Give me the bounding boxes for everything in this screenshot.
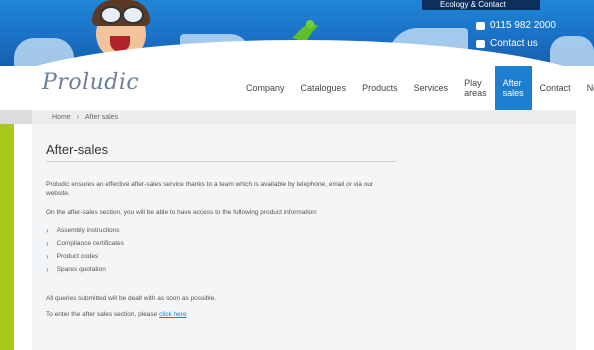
nav-item-catalogues[interactable]: Catalogues — [293, 66, 355, 110]
list-item-label: Product codes — [56, 253, 99, 260]
list-item: › Spares quotation — [46, 263, 124, 276]
nav-item-services[interactable]: Services — [406, 66, 457, 110]
nav-item-play-areas[interactable]: Play areas — [456, 66, 495, 110]
mail-icon — [476, 39, 485, 48]
nav-item-company[interactable]: Company — [238, 66, 293, 110]
after-sales-link[interactable]: click here — [159, 311, 186, 318]
breadcrumb-home[interactable]: Home — [52, 114, 71, 121]
playground-silhouette-far — [550, 36, 594, 66]
list-item-label: Assembly instructions — [56, 227, 120, 234]
topbar-tab[interactable]: Ecology & Contact — [422, 0, 540, 10]
header-banner: Ecology & Contact 0115 982 2000 Contact … — [0, 0, 594, 66]
section-paragraph: On the after-sales section, you will be … — [46, 209, 318, 216]
breadcrumb-separator: › — [76, 113, 80, 121]
intro-paragraph: Proludic ensures an effective after-sale… — [46, 181, 374, 197]
link-prefix: To enter the after sales section, please — [46, 311, 158, 318]
title-divider — [46, 161, 396, 162]
list-item: › Assembly instructions — [46, 224, 124, 237]
logo[interactable]: Proludic — [42, 70, 139, 95]
link-paragraph: To enter the after sales section, please… — [46, 310, 396, 319]
list-item: › Product codes — [46, 250, 124, 263]
note-paragraph: All queries submitted will be dealt with… — [46, 295, 217, 302]
phone-icon — [476, 21, 485, 30]
header-phone: 0115 982 2000 — [476, 20, 556, 31]
breadcrumb-current: After sales — [85, 113, 119, 121]
phone-number: 0115 982 2000 — [490, 20, 556, 31]
main-nav: Proludic Company Catalogues Products Ser… — [32, 66, 594, 110]
nav-item-news[interactable]: News — [579, 66, 594, 110]
list-item-label: Spares quotation — [56, 266, 106, 273]
left-accent-strip — [0, 124, 14, 350]
nav-item-contact[interactable]: Contact — [532, 66, 579, 110]
page-title: After-sales — [46, 142, 109, 157]
topbar-tab-label: Ecology & Contact — [440, 0, 506, 9]
chevron-right-icon: › — [46, 226, 49, 235]
left-edge-grey — [0, 110, 32, 124]
nav-item-after-sales[interactable]: After sales — [494, 66, 532, 110]
header-contact-link[interactable]: Contact us — [476, 38, 538, 49]
nav-items: Company Catalogues Products Services Pla… — [238, 66, 594, 110]
info-list: › Assembly instructions › Compliance certi… — [46, 224, 124, 276]
chevron-right-icon: › — [46, 252, 49, 261]
list-item-label: Compliance certificates — [56, 240, 124, 247]
contact-label: Contact us — [490, 38, 538, 49]
chevron-right-icon: › — [46, 239, 49, 248]
chevron-right-icon: › — [46, 265, 49, 274]
breadcrumb: Home › After sales — [32, 110, 576, 124]
nav-item-products[interactable]: Products — [354, 66, 406, 110]
list-item: › Compliance certificates — [46, 237, 124, 250]
